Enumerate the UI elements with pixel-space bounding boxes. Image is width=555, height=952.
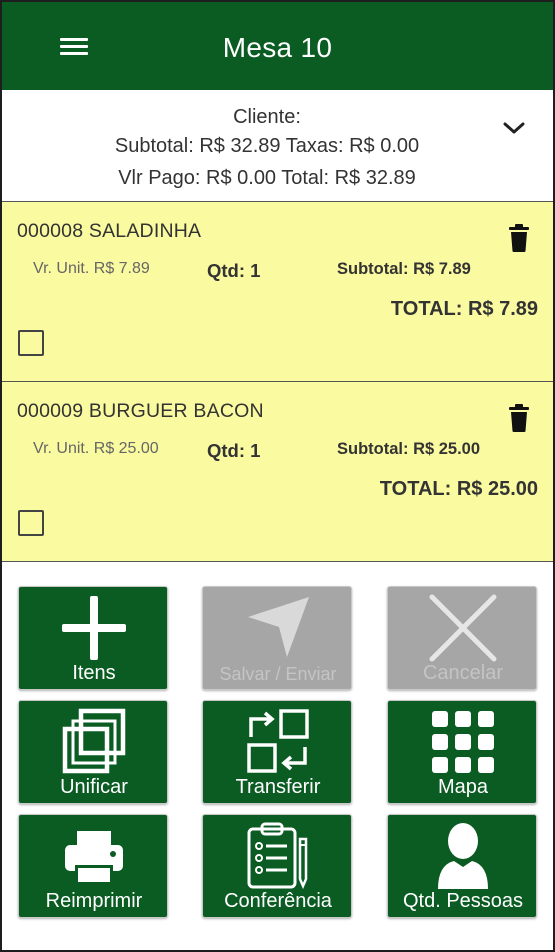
qtd-pessoas-button-label: Qtd. Pessoas	[402, 890, 524, 912]
salvar-enviar-button[interactable]: Salvar / Enviar	[202, 586, 352, 690]
item-name: 000009 BURGUER BACON	[17, 400, 264, 422]
transferir-button[interactable]: Transferir	[202, 700, 352, 804]
item-total: TOTAL: R$ 25.00	[379, 478, 538, 500]
cancelar-button-label: Cancelar	[422, 662, 504, 684]
page-title: Mesa 10	[222, 32, 333, 63]
item-unit-price: Vr. Unit. R$ 7.89	[33, 260, 150, 277]
item-quantity: Qtd: 1	[207, 440, 261, 461]
person-icon	[438, 823, 488, 889]
order-summary[interactable]: Cliente: Subtotal: R$ 32.89 Taxas: R$ 0.…	[2, 90, 553, 202]
itens-button[interactable]: Itens	[18, 586, 168, 690]
order-item[interactable]: 000008 SALADINHA Vr. Unit. R$ 7.89 Qtd: …	[2, 202, 553, 382]
transferir-button-label: Transferir	[235, 776, 321, 798]
plus-icon	[62, 596, 126, 660]
cancelar-button[interactable]: Cancelar	[387, 586, 537, 690]
itens-button-label: Itens	[72, 662, 116, 684]
transfer-icon	[247, 709, 309, 773]
grid-map-icon	[432, 711, 494, 773]
item-quantity: Qtd: 1	[207, 260, 261, 281]
item-subtotal: Subtotal: R$ 25.00	[337, 440, 481, 458]
item-unit-price: Vr. Unit. R$ 25.00	[33, 440, 159, 457]
unify-icon	[62, 708, 126, 774]
subtotal-taxas-line: Subtotal: R$ 32.89 Taxas: R$ 0.00	[114, 135, 420, 157]
reimprimir-button-label: Reimprimir	[45, 890, 143, 912]
conferencia-button-label: Conferência	[224, 890, 332, 912]
item-subtotal: Subtotal: R$ 7.89	[337, 260, 471, 278]
cliente-label: Cliente:	[233, 106, 301, 128]
paid-total-line: Vlr Pago: R$ 0.00 Total: R$ 32.89	[118, 167, 416, 189]
item-checkbox[interactable]	[18, 330, 44, 356]
unificar-button-label: Unificar	[60, 776, 128, 798]
conferencia-button[interactable]: Conferência	[202, 814, 352, 918]
item-name: 000008 SALADINHA	[17, 220, 202, 242]
close-icon	[429, 594, 497, 662]
unificar-button[interactable]: Unificar	[18, 700, 168, 804]
action-grid: Itens Salvar / Enviar Cancelar Unificar …	[2, 564, 553, 950]
trash-icon[interactable]	[508, 404, 530, 432]
qtd-pessoas-button[interactable]: Qtd. Pessoas	[387, 814, 537, 918]
trash-icon[interactable]	[508, 224, 530, 252]
app-frame: Mesa 10 Cliente: Subtotal: R$ 32.89 Taxa…	[2, 2, 553, 950]
app-header: Mesa 10	[2, 2, 553, 90]
chevron-down-icon[interactable]	[502, 120, 526, 136]
order-item[interactable]: 000009 BURGUER BACON Vr. Unit. R$ 25.00 …	[2, 382, 553, 562]
item-checkbox[interactable]	[18, 510, 44, 536]
send-icon	[248, 597, 309, 657]
item-total: TOTAL: R$ 7.89	[390, 298, 538, 320]
salvar-enviar-button-label: Salvar / Enviar	[219, 664, 337, 684]
mapa-button-label: Mapa	[437, 776, 489, 798]
printer-icon	[65, 831, 123, 885]
checklist-icon	[247, 822, 308, 890]
mapa-button[interactable]: Mapa	[387, 700, 537, 804]
reimprimir-button[interactable]: Reimprimir	[18, 814, 168, 918]
